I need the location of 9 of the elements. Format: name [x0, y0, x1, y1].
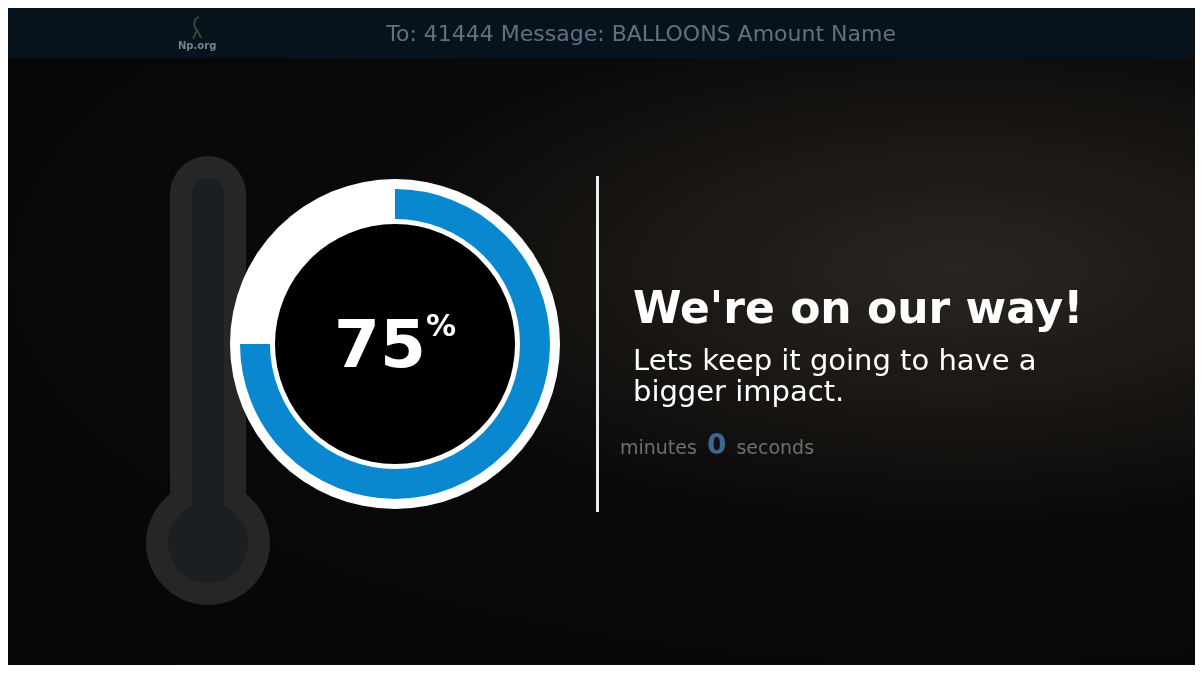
- seconds-value: 0: [706, 428, 727, 461]
- logo-text: Np.org: [178, 39, 217, 51]
- ribbon-icon: [190, 15, 205, 40]
- text-instructions: To: 41444 Message: BALLOONS Amount Name: [386, 20, 896, 46]
- minutes-label: minutes: [620, 436, 697, 458]
- message-title: We're on our way!: [633, 282, 1085, 334]
- message-body: Lets keep it going to have a bigger impact.: [633, 345, 1038, 406]
- seconds-label: seconds: [736, 436, 815, 458]
- percent-value: 75$^{%}$: [334, 305, 456, 383]
